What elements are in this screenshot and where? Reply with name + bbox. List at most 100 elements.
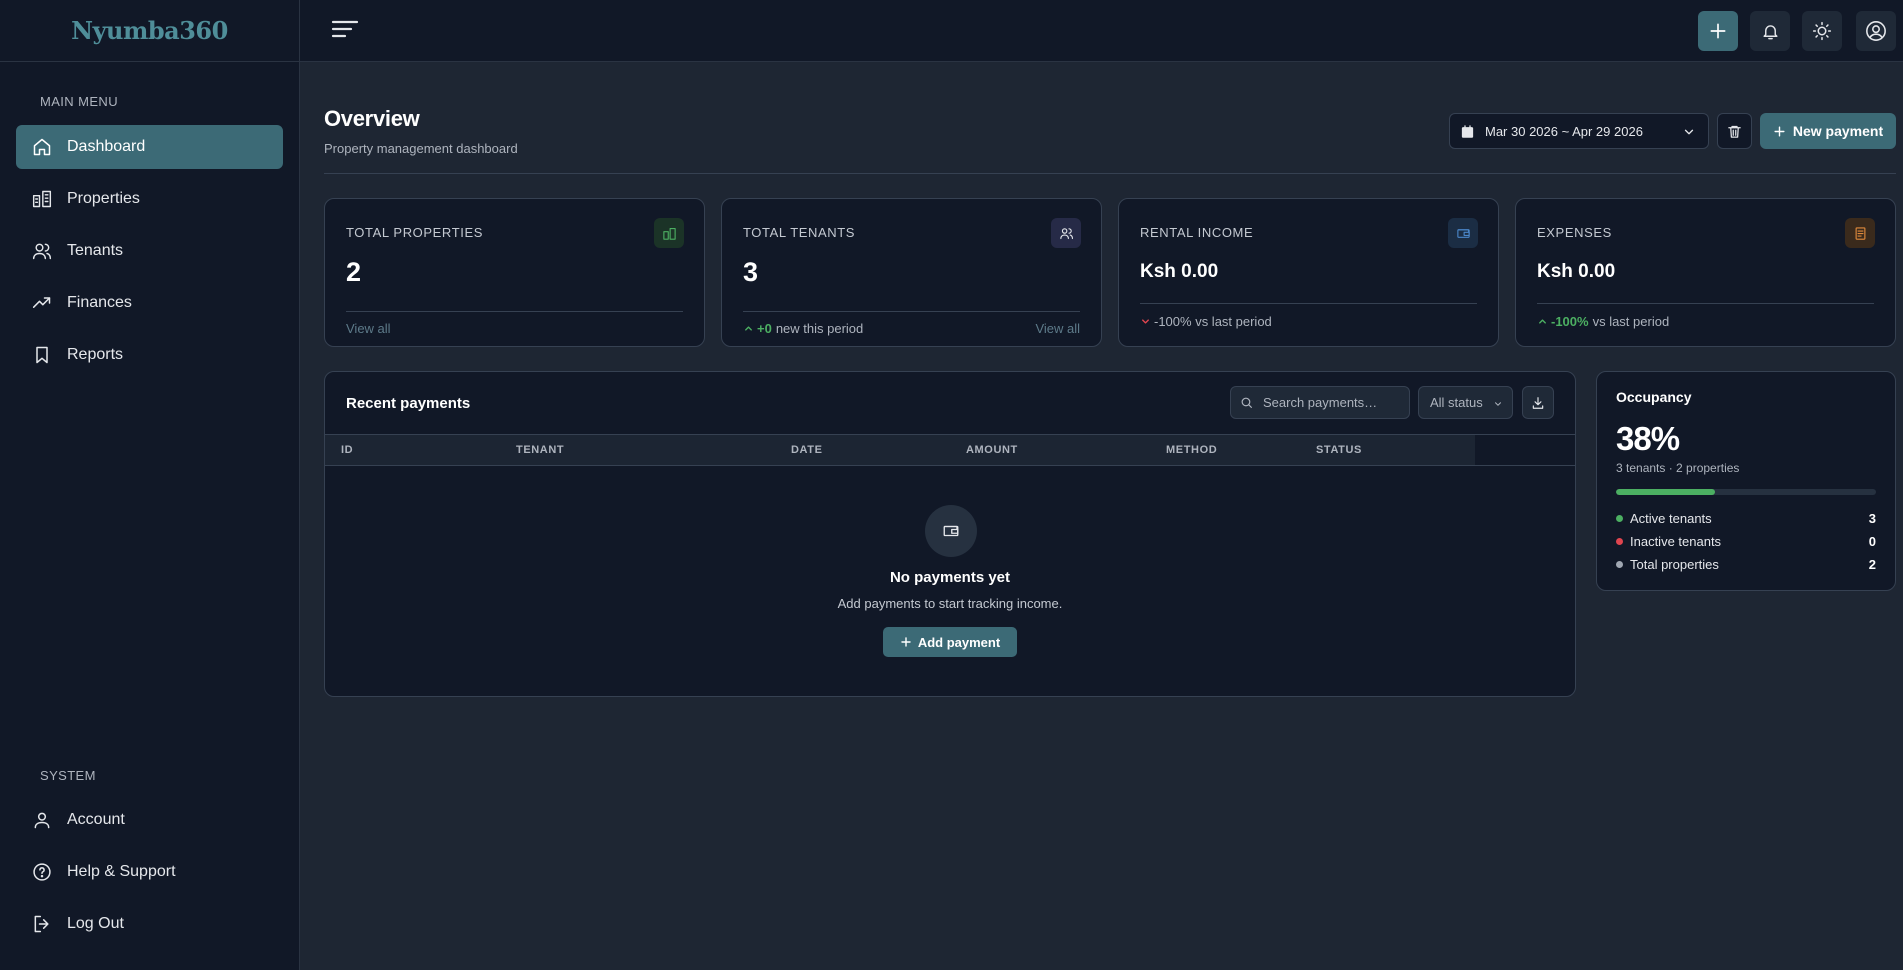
- sidebar-item-reports[interactable]: Reports: [16, 333, 283, 377]
- plus-icon: [901, 637, 911, 647]
- add-payment-label: Add payment: [917, 634, 1001, 650]
- plus-icon: [1710, 23, 1726, 39]
- wallet-icon: [1448, 218, 1478, 248]
- stat-label: RENTAL INCOME: [1140, 225, 1254, 240]
- profile-button[interactable]: [1856, 11, 1896, 51]
- sidebar-item-label: Reports: [67, 346, 124, 363]
- expenses-delta: -100% vs last period: [1537, 314, 1669, 329]
- tenants-stat-icon: [1051, 218, 1081, 248]
- add-payment-button[interactable]: Add payment: [883, 627, 1017, 657]
- occupancy-row-properties: Total properties 2: [1616, 555, 1876, 573]
- status-filter-select[interactable]: All status: [1418, 386, 1513, 419]
- chevron-down-icon: [1495, 402, 1501, 406]
- sidebar-item-logout[interactable]: Log Out: [16, 902, 283, 946]
- users-icon: [32, 243, 52, 260]
- occupancy-progress-fill: [1616, 489, 1715, 495]
- sidebar-item-tenants[interactable]: Tenants: [16, 229, 283, 273]
- stat-divider: [1537, 303, 1874, 304]
- topbar: [300, 0, 1903, 62]
- sidebar-item-label: Tenants: [67, 242, 124, 259]
- page-subtitle: Property management dashboard: [324, 141, 518, 156]
- stat-card-properties: TOTAL PROPERTIES 2 View all: [324, 198, 705, 347]
- buildings-icon: [32, 190, 52, 208]
- chevron-up-icon: [1539, 319, 1546, 324]
- occupancy-row-inactive: Inactive tenants 0: [1616, 532, 1876, 550]
- payments-table-header: ID TENANT DATE AMOUNT METHOD STATUS: [325, 434, 1575, 466]
- export-button[interactable]: [1522, 386, 1554, 419]
- clear-date-button[interactable]: [1717, 113, 1752, 149]
- system-menu-heading: SYSTEM: [40, 768, 96, 783]
- view-all-properties-link[interactable]: View all: [346, 321, 391, 336]
- delta-text: -100% vs last period: [1154, 314, 1272, 329]
- occupancy-title: Occupancy: [1616, 389, 1692, 405]
- sidebar-item-finances[interactable]: Finances: [16, 281, 283, 325]
- occupancy-progress: [1616, 489, 1876, 495]
- stat-label: TOTAL TENANTS: [743, 225, 856, 240]
- delta-text: vs last period: [1592, 314, 1670, 329]
- column-header-amount[interactable]: AMOUNT: [966, 444, 1018, 456]
- stat-card-expenses: EXPENSES Ksh 0.00 -100% vs last period: [1515, 198, 1896, 347]
- occupancy-row-active: Active tenants 3: [1616, 509, 1876, 527]
- bell-icon: [1762, 24, 1778, 39]
- payments-search[interactable]: [1230, 386, 1410, 419]
- delta-value: +0: [757, 321, 772, 336]
- stat-value: Ksh 0.00: [1537, 261, 1616, 282]
- status-dot: [1616, 514, 1623, 522]
- recent-payments-panel: Recent payments All status ID TENANT DAT…: [324, 371, 1576, 697]
- stat-label: EXPENSES: [1537, 225, 1612, 240]
- search-input[interactable]: [1263, 395, 1403, 410]
- income-delta: -100% vs last period: [1140, 314, 1272, 329]
- occupancy-panel: Occupancy 38% 3 tenants · 2 properties A…: [1596, 371, 1896, 591]
- occupancy-subtitle: 3 tenants · 2 properties: [1616, 461, 1740, 475]
- bookmark-icon: [36, 346, 48, 364]
- plus-icon: [1774, 125, 1785, 137]
- menu-toggle-icon[interactable]: [330, 18, 360, 42]
- sidebar-item-label: Help & Support: [67, 863, 176, 880]
- chevron-down-icon: [1142, 319, 1149, 324]
- occupancy-value: 38%: [1616, 420, 1680, 457]
- occupancy-row-value: 0: [1868, 533, 1876, 549]
- stat-label: TOTAL PROPERTIES: [346, 225, 483, 240]
- occupancy-row-value: 3: [1868, 510, 1876, 526]
- chevron-up-icon: [745, 326, 752, 331]
- calendar-icon: [1461, 124, 1474, 138]
- column-header-status[interactable]: STATUS: [1316, 444, 1362, 456]
- sidebar-item-account[interactable]: Account: [16, 798, 283, 842]
- stat-divider: [346, 311, 683, 312]
- notifications-button[interactable]: [1750, 11, 1790, 51]
- app-logo[interactable]: Nyumba360: [0, 0, 299, 62]
- trending-up-icon: [32, 297, 51, 308]
- empty-state-text: Add payments to start tracking income.: [837, 596, 1063, 611]
- occupancy-row-label: Inactive tenants: [1630, 533, 1722, 549]
- stat-card-income: RENTAL INCOME Ksh 0.00 -100% vs last per…: [1118, 198, 1499, 347]
- stat-card-tenants: TOTAL TENANTS 3 +0 new this period View …: [721, 198, 1102, 347]
- sidebar-item-help[interactable]: Help & Support: [16, 850, 283, 894]
- trash-icon: [1728, 125, 1741, 138]
- sun-icon: [1812, 21, 1832, 41]
- delta-text: new this period: [775, 321, 864, 336]
- theme-toggle-button[interactable]: [1802, 11, 1842, 51]
- sidebar-item-dashboard[interactable]: Dashboard: [16, 125, 283, 169]
- date-range-picker[interactable]: Mar 30 2026 ~ Apr 29 2026: [1449, 113, 1709, 149]
- sidebar-item-properties[interactable]: Properties: [16, 177, 283, 221]
- view-all-tenants-link[interactable]: View all: [1035, 321, 1080, 336]
- sidebar-item-label: Account: [67, 811, 125, 828]
- main-menu-heading: MAIN MENU: [40, 94, 118, 109]
- column-header-method[interactable]: METHOD: [1166, 444, 1217, 456]
- user-circle-icon: [1866, 21, 1886, 41]
- tenants-delta: +0 new this period: [743, 321, 863, 336]
- status-dot: [1616, 537, 1623, 545]
- stat-value: Ksh 0.00: [1140, 261, 1219, 282]
- properties-stat-icon: [654, 218, 684, 248]
- column-header-tenant[interactable]: TENANT: [516, 444, 564, 456]
- quick-add-button[interactable]: [1698, 11, 1738, 51]
- new-payment-button[interactable]: New payment: [1760, 113, 1896, 149]
- column-header-id[interactable]: ID: [341, 444, 353, 456]
- stat-divider: [1140, 303, 1477, 304]
- date-range-value: Mar 30 2026 ~ Apr 29 2026: [1485, 123, 1643, 139]
- recent-payments-title: Recent payments: [346, 395, 471, 412]
- empty-state-title: No payments yet: [889, 569, 1011, 586]
- column-header-date[interactable]: DATE: [791, 444, 823, 456]
- sidebar: Nyumba360 MAIN MENU Dashboard Properties…: [0, 0, 300, 970]
- status-filter-value: All status: [1430, 395, 1483, 410]
